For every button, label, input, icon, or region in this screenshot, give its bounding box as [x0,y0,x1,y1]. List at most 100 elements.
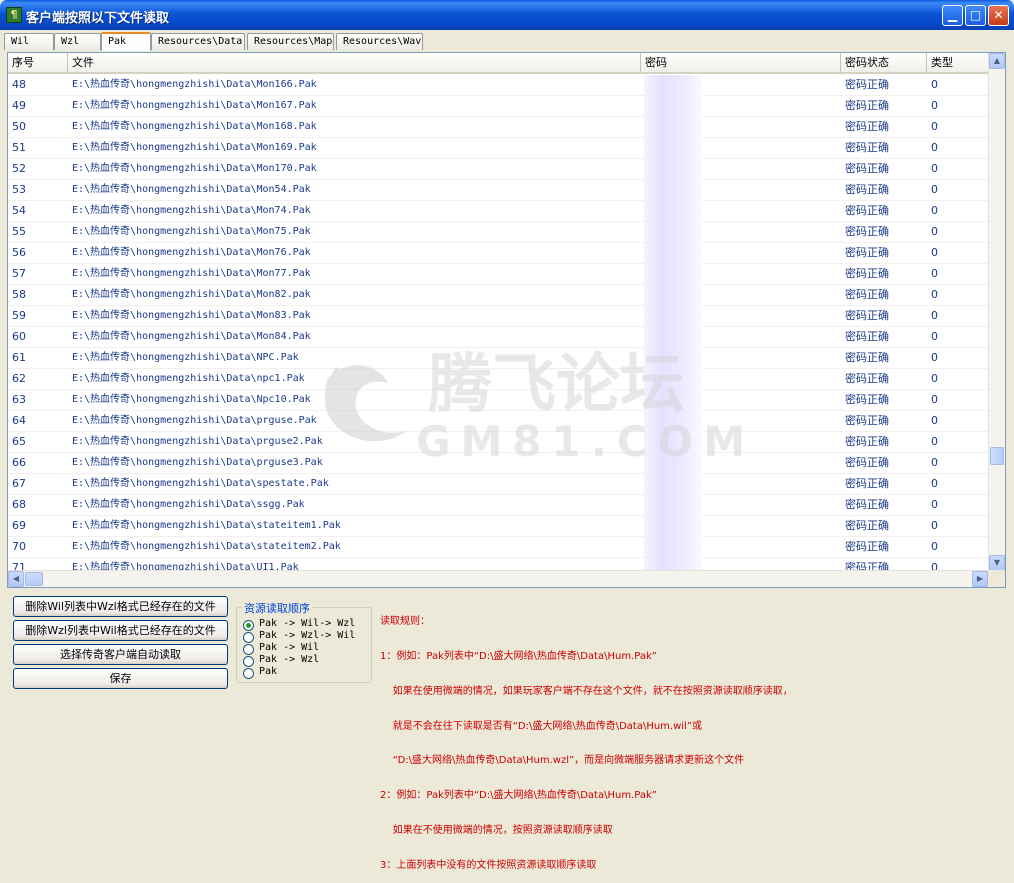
radio-icon[interactable] [243,644,254,655]
scroll-up-arrow-icon[interactable]: ▲ [989,53,1005,69]
file-type: 0 [931,183,938,196]
table-row[interactable]: 50 E:\热血传奇\hongmengzhishi\Data\Mon168.Pak… [8,117,988,138]
row-number: 65 [12,435,26,448]
table-row[interactable]: 59 E:\热血传奇\hongmengzhishi\Data\Mon83.Pak 密… [8,306,988,327]
table-row[interactable]: 60 E:\热血传奇\hongmengzhishi\Data\Mon84.Pak 密… [8,327,988,348]
table-row[interactable]: 65 E:\热血传奇\hongmengzhishi\Data\prguse2.Pa… [8,432,988,453]
row-number: 67 [12,477,26,490]
table-row[interactable]: 68 E:\热血传奇\hongmengzhishi\Data\ssgg.Pak 密码… [8,495,988,516]
password-state: 密码正确 [845,456,889,469]
row-number: 59 [12,309,26,322]
table-row[interactable]: 57 E:\热血传奇\hongmengzhishi\Data\Mon77.Pak 密… [8,264,988,285]
table-row[interactable]: 67 E:\热血传奇\hongmengzhishi\Data\spestate.P… [8,474,988,495]
radio-icon[interactable] [243,632,254,643]
file-type: 0 [931,351,938,364]
table-row[interactable]: 58 E:\热血传奇\hongmengzhishi\Data\Mon82.pak 密… [8,285,988,306]
auto-read-client-button[interactable]: 选择传奇客户端自动读取 [13,644,228,665]
delete-wil-duplicates-from-wzl-button[interactable]: 删除Wzl列表中Wil格式已经存在的文件 [13,620,228,641]
tab-resources-map[interactable]: Resources\Map [247,33,334,50]
password-state: 密码正确 [845,477,889,490]
column-header-type[interactable]: 类型 [927,53,988,72]
row-number: 55 [12,225,26,238]
password-state: 密码正确 [845,330,889,343]
horizontal-scroll-thumb[interactable] [25,572,43,586]
table-row[interactable]: 70 E:\热血传奇\hongmengzhishi\Data\stateitem2… [8,537,988,558]
vertical-scroll-thumb[interactable] [990,447,1004,465]
table-row[interactable]: 69 E:\热血传奇\hongmengzhishi\Data\stateitem1… [8,516,988,537]
table-row[interactable]: 52 E:\热血传奇\hongmengzhishi\Data\Mon170.Pak… [8,159,988,180]
table-row[interactable]: 61 E:\热血传奇\hongmengzhishi\Data\NPC.Pak 密码正… [8,348,988,369]
tab-pak[interactable]: Pak [101,32,151,51]
file-list[interactable]: 序号 文件 密码 密码状态 类型 48 E:\热血传奇\hongmengzhish… [7,52,1006,588]
tab-wil[interactable]: Wil [4,33,54,50]
table-row[interactable]: 63 E:\热血传奇\hongmengzhishi\Data\Npc10.Pak 密… [8,390,988,411]
tab-wzl[interactable]: Wzl [54,33,101,50]
password-state: 密码正确 [845,162,889,175]
table-row[interactable]: 55 E:\热血传奇\hongmengzhishi\Data\Mon75.Pak 密… [8,222,988,243]
file-type: 0 [931,309,938,322]
scroll-right-arrow-icon[interactable]: ▶ [972,571,988,587]
file-path: E:\热血传奇\hongmengzhishi\Data\Mon168.Pak [72,121,317,132]
minimize-button[interactable]: ▁ [942,5,963,26]
read-rules-text: 读取规则： 1：例如：Pak列表中“D:\盛大网络\热血传奇\Data\Hum.… [380,593,793,883]
table-row[interactable]: 54 E:\热血传奇\hongmengzhishi\Data\Mon74.Pak 密… [8,201,988,222]
tab-resources-wav[interactable]: Resources\Wav [336,33,423,50]
radio-selected-icon[interactable] [243,620,254,631]
table-row[interactable]: 48 E:\热血传奇\hongmengzhishi\Data\Mon166.Pak… [8,75,988,96]
horizontal-scrollbar[interactable]: ◀ ▶ [8,570,988,587]
row-number: 63 [12,393,26,406]
file-type: 0 [931,141,938,154]
table-row[interactable]: 51 E:\热血传奇\hongmengzhishi\Data\Mon169.Pak… [8,138,988,159]
row-number: 69 [12,519,26,532]
delete-wzl-duplicates-from-wil-button[interactable]: 删除Wil列表中Wzl格式已经存在的文件 [13,596,228,617]
row-number: 61 [12,351,26,364]
vertical-scrollbar[interactable]: ▲ ▼ [988,53,1005,571]
password-state: 密码正确 [845,519,889,532]
file-path: E:\热血传奇\hongmengzhishi\Data\NPC.Pak [72,352,299,363]
file-type: 0 [931,288,938,301]
file-path: E:\热血传奇\hongmengzhishi\Data\spestate.Pak [72,478,329,489]
row-number: 52 [12,162,26,175]
row-number: 51 [12,141,26,154]
file-type: 0 [931,540,938,553]
title-bar[interactable]: ¶ 客户端按照以下文件读取 ▁ □ ✕ [0,0,1014,30]
table-row[interactable]: 66 E:\热血传奇\hongmengzhishi\Data\prguse3.Pa… [8,453,988,474]
table-row[interactable]: 49 E:\热血传奇\hongmengzhishi\Data\Mon167.Pak… [8,96,988,117]
file-path: E:\热血传奇\hongmengzhishi\Data\prguse.Pak [72,415,317,426]
table-row[interactable]: 53 E:\热血传奇\hongmengzhishi\Data\Mon54.Pak 密… [8,180,988,201]
column-header-no[interactable]: 序号 [8,53,68,72]
file-type: 0 [931,78,938,91]
rules-line: 3：上面列表中没有的文件按照资源读取顺序读取 [380,859,597,871]
file-type: 0 [931,435,938,448]
column-header-password-state[interactable]: 密码状态 [841,53,927,72]
row-number: 68 [12,498,26,511]
scroll-down-arrow-icon[interactable]: ▼ [989,555,1005,571]
file-path: E:\热血传奇\hongmengzhishi\Data\Mon84.Pak [72,331,311,342]
row-number: 60 [12,330,26,343]
radio-icon[interactable] [243,668,254,679]
close-button[interactable]: ✕ [988,5,1009,26]
column-header-file[interactable]: 文件 [68,53,641,72]
file-type: 0 [931,162,938,175]
scrollbar-corner [988,570,1005,587]
file-path: E:\热血传奇\hongmengzhishi\Data\Mon74.Pak [72,205,311,216]
file-path: E:\热血传奇\hongmengzhishi\Data\Mon169.Pak [72,142,317,153]
file-path: E:\热血传奇\hongmengzhishi\Data\Mon166.Pak [72,79,317,90]
row-number: 53 [12,183,26,196]
scroll-left-arrow-icon[interactable]: ◀ [8,571,24,587]
table-row[interactable]: 56 E:\热血传奇\hongmengzhishi\Data\Mon76.Pak 密… [8,243,988,264]
radio-icon[interactable] [243,656,254,667]
file-type: 0 [931,372,938,385]
resource-order-title: 资源读取顺序 [242,600,312,616]
password-state: 密码正确 [845,99,889,112]
table-row[interactable]: 64 E:\热血传奇\hongmengzhishi\Data\prguse.Pak… [8,411,988,432]
window-title: 客户端按照以下文件读取 [26,11,170,26]
table-row[interactable]: 62 E:\热血传奇\hongmengzhishi\Data\npc1.Pak 密码… [8,369,988,390]
save-button[interactable]: 保存 [13,668,228,689]
file-type: 0 [931,498,938,511]
maximize-button[interactable]: □ [965,5,986,26]
column-header-password[interactable]: 密码 [641,53,841,72]
tab-resources-data[interactable]: Resources\Data [151,33,245,50]
password-state: 密码正确 [845,183,889,196]
rules-line: 读取规则： [380,616,430,628]
